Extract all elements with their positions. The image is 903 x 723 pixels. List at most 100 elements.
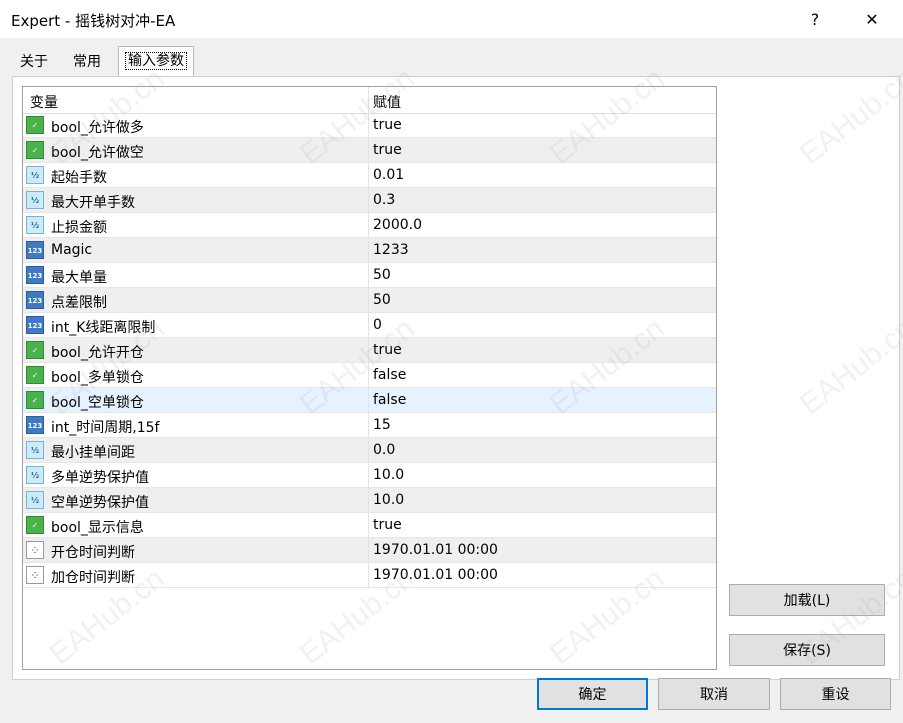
parameter-name: 最大开单手数 xyxy=(51,195,135,211)
parameter-row[interactable]: 123 int_K线距离限制 0 xyxy=(23,313,716,338)
parameter-row[interactable]: ✓ bool_空单锁仓 false xyxy=(23,388,716,413)
parameter-name: bool_允许做空 xyxy=(51,145,144,161)
parameter-name: 止损金额 xyxy=(51,220,107,236)
int-icon: 123 xyxy=(26,266,44,284)
column-divider xyxy=(368,413,369,438)
column-divider xyxy=(368,363,369,388)
column-divider xyxy=(368,263,369,288)
double-icon: ½ xyxy=(26,466,44,484)
parameter-name: int_时间周期,15f xyxy=(51,420,160,436)
parameter-name: bool_允许做多 xyxy=(51,120,144,136)
parameter-row[interactable]: 123 点差限制 50 xyxy=(23,288,716,313)
parameter-row[interactable]: ✓ bool_允许做多 true xyxy=(23,113,716,138)
parameter-value[interactable]: true xyxy=(373,342,402,358)
parameter-row[interactable]: ⁘ 加仓时间判断 1970.01.01 00:00 xyxy=(23,563,716,588)
parameter-value[interactable]: 10.0 xyxy=(373,492,404,508)
column-divider xyxy=(368,238,369,263)
parameters-grid[interactable]: 变量 赋值 ✓ bool_允许做多 true ✓ bool_允许做空 true ½ 起始手数 0… xyxy=(22,86,717,670)
column-divider xyxy=(368,163,369,188)
parameter-name: int_K线距离限制 xyxy=(51,320,156,336)
parameter-name: Magic xyxy=(51,242,93,258)
parameter-row[interactable]: 123 int_时间周期,15f 15 xyxy=(23,413,716,438)
tab-common-label: 常用 xyxy=(73,54,101,70)
parameter-value[interactable]: 10.0 xyxy=(373,467,404,483)
parameter-value[interactable]: 0.0 xyxy=(373,442,395,458)
grid-header: 变量 赋值 xyxy=(23,87,716,114)
parameter-value[interactable]: true xyxy=(373,117,402,133)
parameter-row[interactable]: 123 最大单量 50 xyxy=(23,263,716,288)
tab-inputs[interactable]: 输入参数 xyxy=(118,46,194,76)
parameter-value[interactable]: true xyxy=(373,142,402,158)
bool-icon: ✓ xyxy=(26,141,44,159)
parameter-value[interactable]: 0.3 xyxy=(373,192,395,208)
parameter-row[interactable]: 123 Magic 1233 xyxy=(23,238,716,263)
parameter-value[interactable]: 0.01 xyxy=(373,167,404,183)
parameter-name: 最小挂单间距 xyxy=(51,445,135,461)
parameter-row[interactable]: ½ 起始手数 0.01 xyxy=(23,163,716,188)
column-divider xyxy=(368,338,369,363)
column-divider xyxy=(368,188,369,213)
close-button[interactable]: ✕ xyxy=(849,0,895,38)
parameter-name: bool_多单锁仓 xyxy=(51,370,144,386)
double-icon: ½ xyxy=(26,191,44,209)
parameter-value[interactable]: 1233 xyxy=(373,242,409,258)
parameter-name: 多单逆势保护值 xyxy=(51,470,149,486)
window-title: Expert - 摇钱树对冲-EA xyxy=(11,12,176,30)
parameter-row[interactable]: ½ 最小挂单间距 0.0 xyxy=(23,438,716,463)
parameter-name: 加仓时间判断 xyxy=(51,570,135,586)
column-divider xyxy=(368,438,369,463)
column-header-variable[interactable]: 变量 xyxy=(30,92,58,112)
parameter-value[interactable]: 50 xyxy=(373,267,391,283)
int-icon: 123 xyxy=(26,291,44,309)
parameter-row[interactable]: ✓ bool_允许开仓 true xyxy=(23,338,716,363)
tab-common[interactable]: 常用 xyxy=(62,48,112,76)
parameter-name: 起始手数 xyxy=(51,170,107,186)
save-button[interactable]: 保存(S) xyxy=(729,634,885,666)
column-divider xyxy=(368,513,369,538)
parameter-value[interactable]: 15 xyxy=(373,417,391,433)
reset-button[interactable]: 重设 xyxy=(780,678,891,710)
parameter-value[interactable]: 2000.0 xyxy=(373,217,422,233)
column-divider xyxy=(368,213,369,238)
tab-inputs-label: 输入参数 xyxy=(125,52,187,70)
parameter-value[interactable]: true xyxy=(373,517,402,533)
column-divider xyxy=(368,488,369,513)
parameter-row[interactable]: ✓ bool_显示信息 true xyxy=(23,513,716,538)
parameter-value[interactable]: 1970.01.01 00:00 xyxy=(373,542,498,558)
parameter-value[interactable]: false xyxy=(373,392,406,408)
double-icon: ½ xyxy=(26,166,44,184)
datetime-icon: ⁘ xyxy=(26,566,44,584)
column-divider[interactable] xyxy=(368,87,369,113)
parameter-row[interactable]: ½ 止损金额 2000.0 xyxy=(23,213,716,238)
parameter-name: bool_空单锁仓 xyxy=(51,395,144,411)
parameter-row[interactable]: ½ 多单逆势保护值 10.0 xyxy=(23,463,716,488)
parameter-name: bool_允许开仓 xyxy=(51,345,144,361)
parameter-value[interactable]: 50 xyxy=(373,292,391,308)
parameter-row[interactable]: ½ 空单逆势保护值 10.0 xyxy=(23,488,716,513)
parameter-name: 最大单量 xyxy=(51,270,107,286)
cancel-button[interactable]: 取消 xyxy=(658,678,770,710)
help-button[interactable]: ? xyxy=(792,0,838,38)
column-divider xyxy=(368,388,369,413)
parameter-row[interactable]: ✓ bool_允许做空 true xyxy=(23,138,716,163)
tab-about-label: 关于 xyxy=(20,54,48,70)
column-header-value[interactable]: 赋值 xyxy=(373,92,401,112)
column-divider xyxy=(368,313,369,338)
column-divider xyxy=(368,138,369,163)
parameter-name: 开仓时间判断 xyxy=(51,545,135,561)
double-icon: ½ xyxy=(26,441,44,459)
parameter-value[interactable]: 1970.01.01 00:00 xyxy=(373,567,498,583)
ok-button[interactable]: 确定 xyxy=(537,678,648,710)
parameter-row[interactable]: ⁘ 开仓时间判断 1970.01.01 00:00 xyxy=(23,538,716,563)
parameter-value[interactable]: 0 xyxy=(373,317,382,333)
datetime-icon: ⁘ xyxy=(26,541,44,559)
column-divider xyxy=(368,113,369,138)
int-icon: 123 xyxy=(26,416,44,434)
int-icon: 123 xyxy=(26,241,44,259)
title-bar: Expert - 摇钱树对冲-EA ? ✕ xyxy=(0,0,903,38)
parameter-row[interactable]: ✓ bool_多单锁仓 false xyxy=(23,363,716,388)
load-button[interactable]: 加载(L) xyxy=(729,584,885,616)
parameter-value[interactable]: false xyxy=(373,367,406,383)
parameter-row[interactable]: ½ 最大开单手数 0.3 xyxy=(23,188,716,213)
tab-about[interactable]: 关于 xyxy=(12,48,56,76)
